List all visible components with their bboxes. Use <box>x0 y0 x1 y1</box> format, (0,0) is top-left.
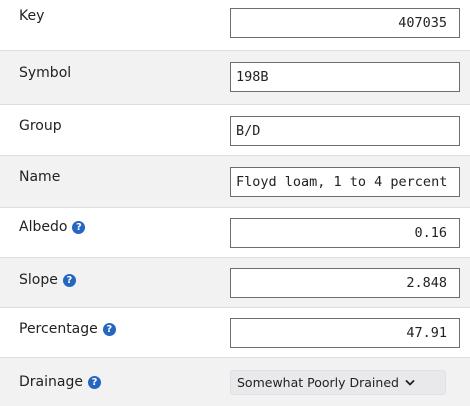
soil-properties-form: Key Symbol Group Name Albedo ? Slope ? P… <box>0 0 470 406</box>
albedo-label-text: Albedo <box>19 219 68 235</box>
key-input[interactable] <box>230 8 460 38</box>
question-circle-icon[interactable]: ? <box>102 322 116 336</box>
drainage-label: Drainage ? <box>19 374 101 390</box>
percentage-label-text: Percentage <box>19 321 98 337</box>
drainage-select[interactable]: Somewhat Poorly Drained <box>230 370 446 395</box>
group-row: Group <box>0 104 470 155</box>
albedo-row: Albedo ? <box>0 207 470 257</box>
question-circle-icon[interactable]: ? <box>62 273 76 287</box>
slope-input[interactable] <box>230 268 460 298</box>
slope-label-text: Slope <box>19 272 58 288</box>
symbol-label: Symbol <box>19 65 72 81</box>
chevron-down-icon <box>405 379 415 385</box>
name-label: Name <box>19 169 61 185</box>
percentage-input[interactable] <box>230 318 460 348</box>
name-row: Name <box>0 155 470 207</box>
key-row: Key <box>0 0 470 50</box>
drainage-selected-value: Somewhat Poorly Drained <box>237 375 399 390</box>
key-label: Key <box>19 8 45 24</box>
percentage-row: Percentage ? <box>0 307 470 357</box>
group-label: Group <box>19 118 62 134</box>
question-circle-icon[interactable]: ? <box>72 220 86 234</box>
symbol-row: Symbol <box>0 50 470 104</box>
drainage-row: Drainage ? Somewhat Poorly Drained <box>0 357 470 406</box>
percentage-label: Percentage ? <box>19 321 116 337</box>
drainage-label-text: Drainage <box>19 374 83 390</box>
name-input[interactable] <box>230 167 460 197</box>
albedo-input[interactable] <box>230 218 460 248</box>
slope-row: Slope ? <box>0 257 470 307</box>
group-input[interactable] <box>230 116 460 146</box>
symbol-input[interactable] <box>230 62 460 92</box>
albedo-label: Albedo ? <box>19 219 86 235</box>
question-circle-icon[interactable]: ? <box>87 375 101 389</box>
slope-label: Slope ? <box>19 272 76 288</box>
